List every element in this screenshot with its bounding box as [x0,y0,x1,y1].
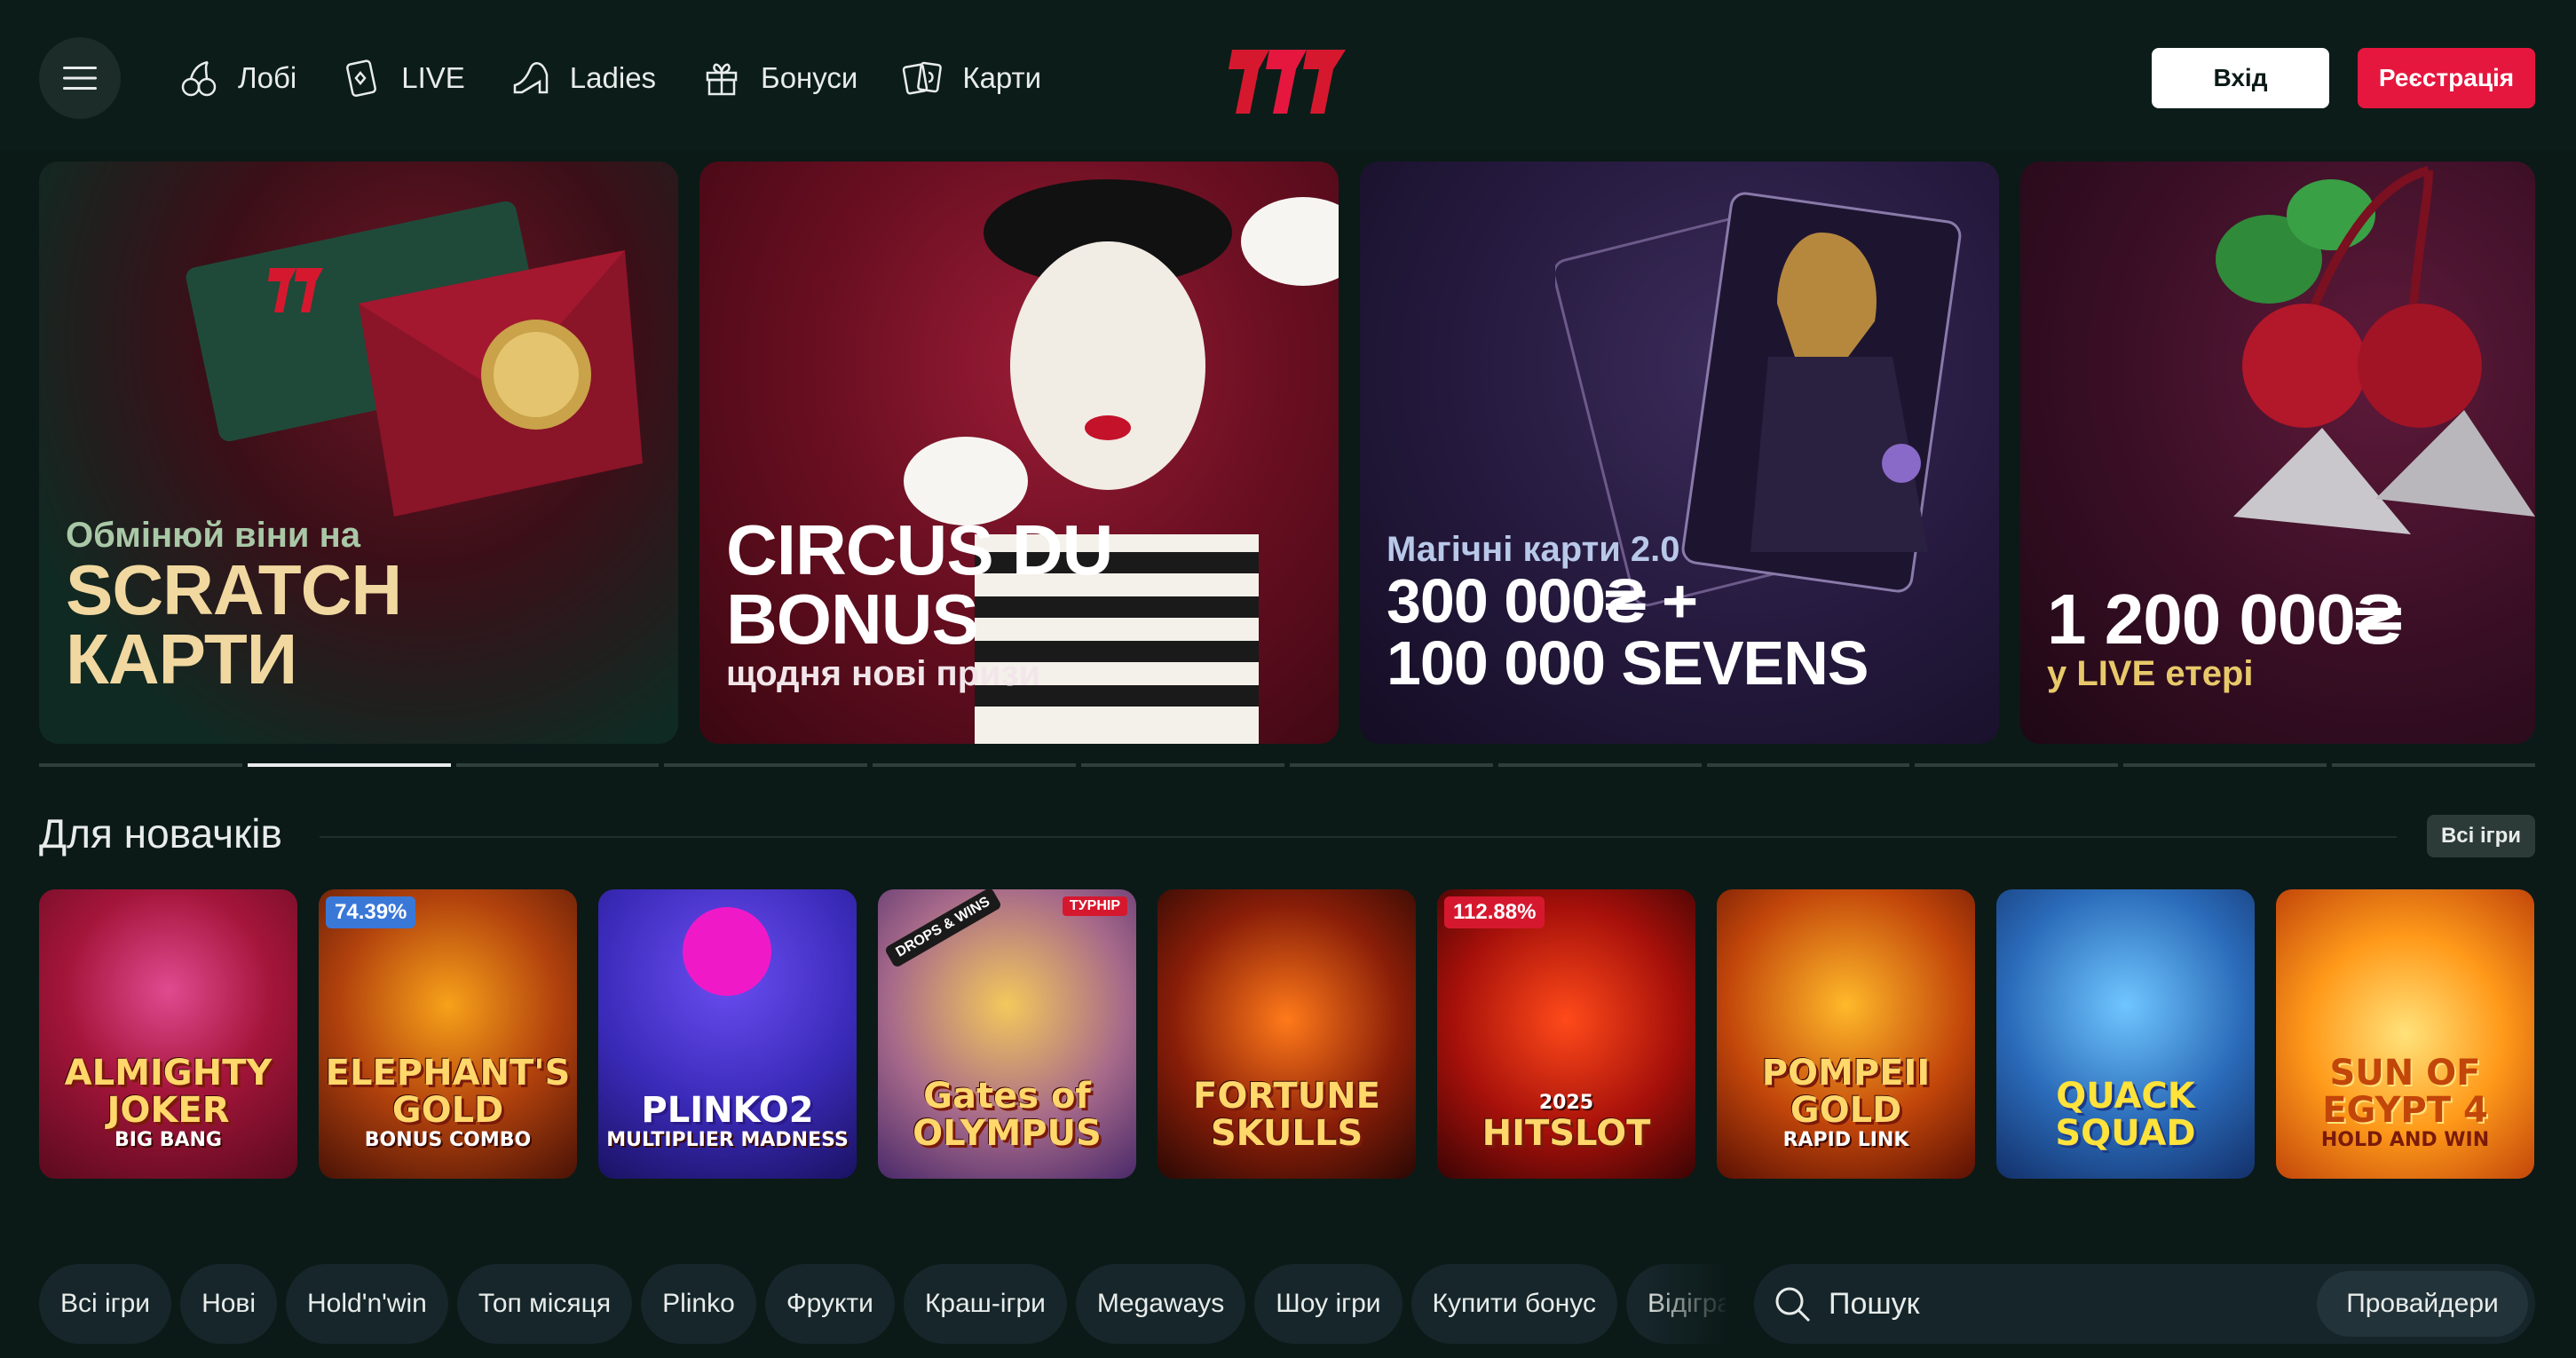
game-tile[interactable]: SUN OF EGYPT 4 HOLD AND WIN [2276,889,2534,1179]
banner-headline-2: КАРТИ [66,620,297,699]
promo-banner-live[interactable]: 1 200 000₴ у LIVE етері [2020,162,2535,744]
search-input[interactable] [1829,1286,2272,1322]
game-tile[interactable]: 74.39% ELEPHANT'S GOLD BONUS COMBO [319,889,577,1179]
carousel-dot[interactable] [39,763,242,767]
game-tile[interactable]: QUACK SQUAD [1996,889,2255,1179]
game-tile[interactable]: ALMIGHTY JOKER BIG BANG [39,889,297,1179]
hamburger-icon [63,67,97,90]
carousel-dot[interactable] [455,763,660,767]
nav-label: LIVE [401,61,465,94]
card-diamond-icon [346,59,377,98]
cards-icon [903,61,943,95]
carousel-dot[interactable] [873,763,1077,767]
nav-label: Лобі [238,61,297,94]
nav-label: Карти [962,61,1042,94]
promo-banner-scratch[interactable]: Обмінюй віни на SCRATCH КАРТИ [39,162,678,744]
banner-text: Обмінюй віни на SCRATCH КАРТИ [66,516,402,699]
banner-headline-1: 1 200 000₴ [2047,580,2402,659]
banner-headline-1: SCRATCH [66,550,402,629]
carousel-dot-active[interactable] [247,763,451,767]
filter-chip[interactable]: Hold'n'win [286,1264,448,1344]
game-title: ELEPHANT'S GOLD BONUS COMBO [325,1053,571,1151]
tournament-tag: ТУРНІР [1062,896,1127,916]
carousel-dot[interactable] [1915,763,2119,767]
search-icon [1775,1287,1811,1322]
high-heel-icon [513,61,549,94]
envelope-illustration [186,201,643,517]
game-title: QUACK SQUAD [2055,1076,2196,1154]
games-row: ALMIGHTY JOKER BIG BANG 74.39% ELEPHANT'S… [39,889,2534,1179]
banner-text: 1 200 000₴ у LIVE етері [2047,580,2402,694]
carousel-dot[interactable] [1497,763,1702,767]
top-header: Лобі LIVE Ladies Бонуси Карти Вхід Реєст… [0,0,2576,151]
banner-text: CIRCUS DU BONUS щодня нові призи [726,510,1113,694]
carousel-dot[interactable] [2332,763,2535,767]
game-title: SUN OF EGYPT 4 HOLD AND WIN [2320,1053,2490,1151]
drops-wins-badge: DROPS & WINS [883,889,1003,969]
game-title: PLINKO2 MULTIPLIER MADNESS [606,1090,849,1151]
logo-777[interactable] [1223,43,1351,121]
all-games-button[interactable]: Всі ігри [2427,815,2535,857]
game-title: FORTUNE SKULLS [1193,1076,1380,1154]
filter-chip[interactable]: Всі ігри [39,1264,172,1344]
rtp-badge: 74.39% [326,896,416,928]
game-tile[interactable]: FORTUNE SKULLS [1158,889,1416,1179]
carousel-dot[interactable] [1081,763,1284,767]
section-title: Для новачків [39,810,282,857]
category-filters: Всі ігри Нові Hold'n'win Топ місяця Plin… [39,1264,1726,1344]
rtp-badge: 112.88% [1444,896,1545,928]
carousel-dot[interactable] [2123,763,2327,767]
filter-chip[interactable]: Нові [180,1264,278,1344]
nav-item-ladies[interactable]: Ladies [510,57,656,99]
filter-chip[interactable]: Plinko [641,1264,756,1344]
banner-subtitle: щодня нові призи [726,654,1041,693]
filter-chip[interactable]: Фрукти [764,1264,895,1344]
nav-label: Ladies [569,61,657,94]
search-bar: Провайдери [1754,1264,2535,1344]
filter-chip[interactable]: Megaways [1075,1264,1246,1344]
nav-item-lobby[interactable]: Лобі [178,57,296,99]
cherries-illustration [2216,166,2535,534]
nav-label: Бонуси [761,61,858,94]
section-divider [320,836,2397,838]
game-title: POMPEII GOLD RAPID LINK [1761,1053,1931,1151]
banner-headline-2: 100 000 SEVENS [1387,628,1869,698]
main-nav: Лобі LIVE Ladies Бонуси Карти [178,46,1041,110]
promo-banner-circus[interactable]: CIRCUS DU BONUS щодня нові призи [699,162,1339,744]
game-tile[interactable]: POMPEII GOLD RAPID LINK [1717,889,1975,1179]
banner-headline-1: 300 000₴ + [1387,566,1698,636]
nav-item-cards[interactable]: Карти [902,57,1041,99]
login-button[interactable]: Вхід [2152,48,2329,108]
game-tile[interactable]: DROPS & WINS ТУРНІР Gates of OLYMPUS [878,889,1136,1179]
filter-chip[interactable]: Топ місяця [456,1264,633,1344]
game-title: ALMIGHTY JOKER BIG BANG [64,1053,273,1151]
carousel-indicator [39,763,2535,767]
carousel-dot[interactable] [664,763,868,767]
plinko-ball [683,907,771,996]
banner-headline-1: CIRCUS DU [726,510,1113,589]
banner-small-text: Магічні карти 2.0 [1387,530,1680,569]
cherries-icon [181,60,217,97]
game-title: Gates of OLYMPUS [913,1076,1102,1154]
gift-icon [706,63,738,96]
banner-subtitle: у LIVE етері [2047,654,2254,693]
filter-chip[interactable]: Шоу ігри [1254,1264,1403,1344]
menu-button[interactable] [39,37,121,119]
providers-button[interactable]: Провайдери [2317,1271,2528,1337]
game-title: 2025 HITSLOT [1482,1092,1651,1154]
nav-item-live[interactable]: LIVE [341,57,465,99]
filters-fade [1642,1264,1731,1344]
carousel-dot[interactable] [1706,763,1910,767]
banner-text: Магічні карти 2.0 300 000₴ + 100 000 SEV… [1387,530,1869,698]
game-tile[interactable]: 112.88% 2025 HITSLOT [1437,889,1695,1179]
game-tile[interactable]: PLINKO2 MULTIPLIER MADNESS [598,889,857,1179]
filter-chip[interactable]: Краш-ігри [903,1264,1067,1344]
banner-headline-2: BONUS [726,580,979,659]
carousel-dot[interactable] [1289,763,1493,767]
nav-item-bonuses[interactable]: Бонуси [700,57,857,99]
register-button[interactable]: Реєстрація [2358,48,2535,108]
filter-chip[interactable]: Купити бонус [1410,1264,1617,1344]
promo-banner-magic-cards[interactable]: Магічні карти 2.0 300 000₴ + 100 000 SEV… [1360,162,1999,744]
